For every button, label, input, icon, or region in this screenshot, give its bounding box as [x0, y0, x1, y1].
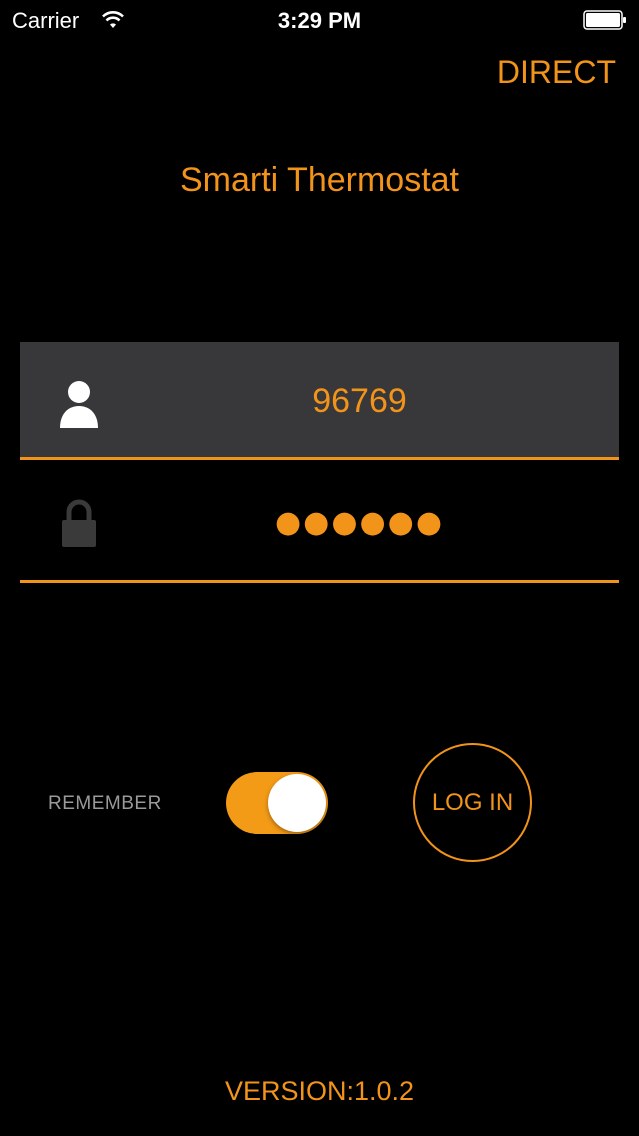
- direct-button[interactable]: DIRECT: [497, 54, 616, 91]
- login-button[interactable]: LOG IN: [413, 743, 532, 862]
- version-label: VERSION:1.0.2: [224, 1076, 415, 1106]
- login-button-label: LOG IN: [431, 788, 514, 816]
- username-field[interactable]: 96769: [20, 342, 619, 460]
- remember-label: REMEMBER: [48, 793, 162, 814]
- lock-icon: [62, 499, 96, 547]
- password-value[interactable]: ●●●●●●: [100, 505, 619, 540]
- status-time: 3:29 PM: [277, 8, 362, 33]
- status-bar: Carrier 3:29 PM: [0, 0, 639, 40]
- app-title: Smarti Thermostat: [179, 161, 459, 199]
- user-icon: [60, 381, 98, 428]
- username-value[interactable]: 96769: [100, 382, 619, 421]
- toggle-knob: [268, 774, 326, 832]
- remember-toggle[interactable]: [226, 772, 328, 834]
- battery-icon: [583, 10, 626, 30]
- password-field[interactable]: ●●●●●●: [20, 465, 619, 583]
